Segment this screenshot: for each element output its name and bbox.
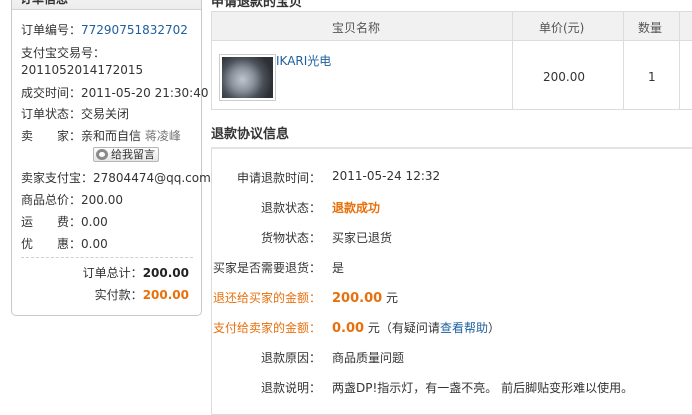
order-info-panel: 订单信息 订单编号：77290751832702 支付宝交易号： 2011052… <box>11 0 211 316</box>
seller-alias: 蒋凌峰 <box>144 129 181 143</box>
shipping-row: 运 费：0.00 <box>21 213 108 230</box>
deal-time-label: 成交时间： <box>21 86 82 100</box>
product-thumbnail[interactable] <box>219 54 276 101</box>
seller-alipay-label: 卖家支付宝： <box>21 171 94 185</box>
paid-label: 实付款： <box>94 288 143 302</box>
refund-buyer-row: 200.00 元 <box>332 289 398 306</box>
refund-product-title: 申请退款的宝贝 <box>211 0 303 10</box>
shipping-label: 运 费： <box>21 215 82 229</box>
apply-time-label: 申请退款时间： <box>236 171 321 185</box>
refund-desc-label: 退款说明： <box>260 381 321 395</box>
refund-status-text: 退款成功 <box>332 201 381 215</box>
seller-label: 卖 家： <box>21 129 82 143</box>
goods-total-row: 商品总价：200.00 <box>21 191 123 208</box>
deal-time-value: 2011-05-20 21:30:40 <box>81 86 209 100</box>
discount-row: 优 惠：0.00 <box>21 235 108 252</box>
col-divider <box>512 12 513 109</box>
paid-row: 实付款：200.00 <box>95 286 189 303</box>
pay-seller-row: 0.00 元（有疑问请查看帮助） <box>332 319 500 336</box>
totals-divider <box>21 257 193 258</box>
refund-status-label: 退款状态： <box>260 201 321 215</box>
refund-status-value: 退款成功 <box>332 199 380 216</box>
goods-total-value: 200.00 <box>81 193 124 207</box>
need-return-value: 是 <box>332 261 345 275</box>
order-info-header: 订单信息 <box>12 0 201 10</box>
product-table-header: 宝贝名称 单价(元) 数量 <box>212 12 692 41</box>
order-status-value: 交易关闭 <box>81 107 130 121</box>
goods-status-label: 货物状态： <box>260 231 321 245</box>
order-total-label: 订单总计： <box>82 266 143 280</box>
alipay-trade-number: 2011052014172015 <box>21 63 144 77</box>
refund-reason-value: 商品质量问题 <box>332 351 405 365</box>
refund-buyer-unit: 元 <box>386 291 399 305</box>
discount-label: 优 惠： <box>21 237 82 251</box>
col-divider <box>623 12 624 109</box>
deal-time-row: 成交时间：2011-05-20 21:30:40 <box>21 84 208 101</box>
apply-time-value: 2011-05-24 12:32 <box>332 169 441 183</box>
col-header-qty: 数量 <box>638 21 663 35</box>
pay-seller-note-pre: （有疑问请 <box>379 321 440 335</box>
refund-agreement-title: 退款协议信息 <box>211 127 290 142</box>
shipping-value: 0.00 <box>81 215 108 229</box>
pay-seller-label: 支付给卖家的金额： <box>212 321 321 335</box>
seller-row: 卖 家：亲和而自信 蒋凌峰 <box>21 127 181 144</box>
seller-alipay-row: 卖家支付宝：27804474@qq.com <box>21 169 211 186</box>
refund-buyer-amount: 200.00 <box>332 291 383 306</box>
leave-message-button[interactable]: 给我留言 <box>93 147 159 162</box>
refund-desc-value: 两盏DP!指示灯，有一盏不亮。 前后脚贴变形难以使用。 <box>332 381 634 395</box>
leave-message-label: 给我留言 <box>111 148 155 161</box>
refund-agreement-panel: 申请退款时间： 2011-05-24 12:32 退款状态： 退款成功 货物状态… <box>211 147 692 415</box>
seller-name-link[interactable]: 亲和而自信 <box>81 129 141 143</box>
pay-seller-unit: 元 <box>367 321 380 335</box>
need-return-label: 买家是否需要退货： <box>212 261 321 275</box>
seller-alipay-value: 27804474@qq.com <box>93 171 211 185</box>
refund-reason-label: 退款原因： <box>260 351 321 365</box>
alipay-trade-label: 支付宝交易号： <box>21 46 106 60</box>
order-total-row: 订单总计：200.00 <box>83 264 189 281</box>
chat-bubble-icon <box>96 149 108 160</box>
order-status-row: 订单状态：交易关闭 <box>21 105 129 122</box>
goods-total-label: 商品总价： <box>21 193 82 207</box>
order-number-row: 订单编号：77290751832702 <box>21 21 188 38</box>
help-link[interactable]: 查看帮助 <box>440 321 488 335</box>
product-price: 200.00 <box>543 70 585 84</box>
order-status-label: 订单状态： <box>21 107 82 121</box>
refund-buyer-label: 退还给买家的金额： <box>212 291 321 305</box>
product-quantity: 1 <box>648 70 656 84</box>
order-number-label: 订单编号： <box>21 23 82 37</box>
col-header-price: 单价(元) <box>539 21 585 35</box>
refund-product-table: 宝贝名称 单价(元) 数量 IKARI光电 200.00 1 <box>211 11 692 110</box>
col-divider <box>679 12 680 109</box>
pay-seller-note-post: ） <box>487 321 500 335</box>
discount-value: 0.00 <box>81 237 108 251</box>
product-name-link[interactable]: IKARI光电 <box>276 52 331 69</box>
goods-status-value: 买家已退货 <box>332 231 393 245</box>
order-total-value: 200.00 <box>142 266 189 280</box>
order-number-link[interactable]: 77290751832702 <box>81 23 188 37</box>
pay-seller-amount: 0.00 <box>332 321 365 336</box>
col-header-name: 宝贝名称 <box>332 21 381 35</box>
paid-value: 200.00 <box>142 288 189 302</box>
product-image <box>222 57 273 98</box>
